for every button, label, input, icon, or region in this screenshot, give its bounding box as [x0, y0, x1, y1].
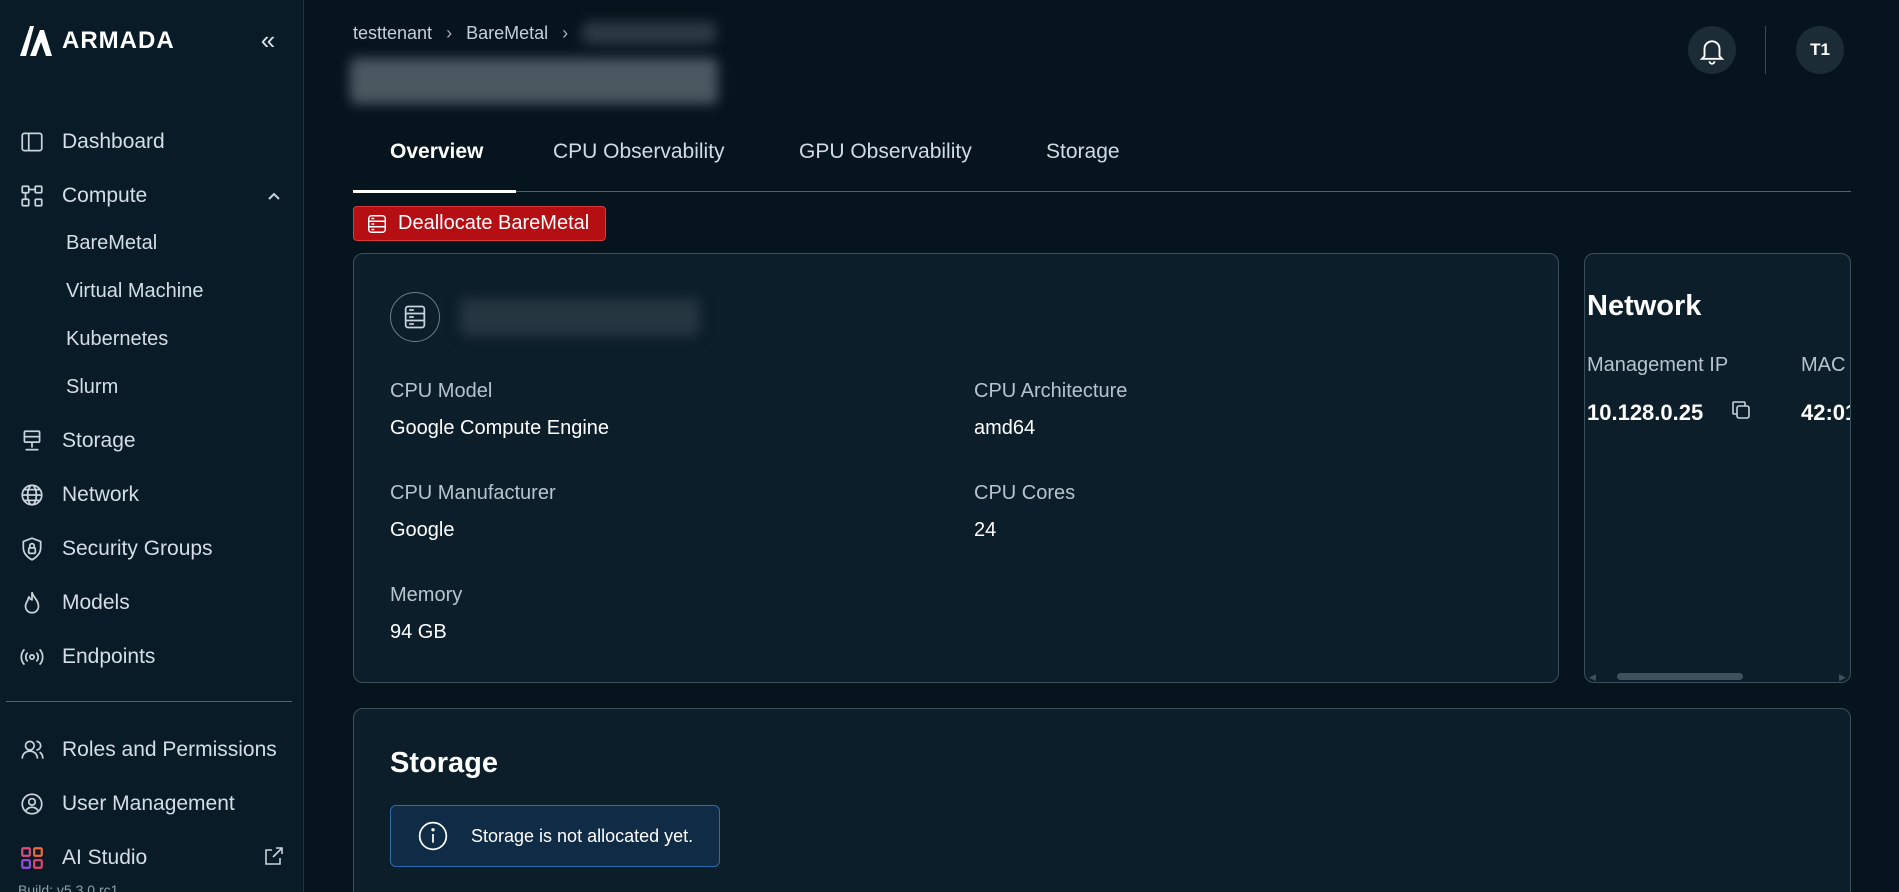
sidebar-item-label: Network [62, 483, 140, 506]
grid-icon [18, 844, 46, 872]
sidebar-subitem-kubernetes[interactable]: Kubernetes [66, 328, 168, 351]
memory-value: 94 GB [390, 621, 447, 643]
cpu-architecture-label: CPU Architecture [974, 380, 1128, 402]
sidebar-item-compute[interactable]: Compute [18, 178, 147, 214]
active-tab-indicator [353, 190, 516, 193]
sidebar-item-label: Models [62, 591, 130, 614]
copy-icon[interactable] [1729, 398, 1753, 422]
sidebar-item-label: Dashboard [62, 130, 165, 153]
network-title: Network [1587, 290, 1702, 322]
memory-label: Memory [390, 584, 463, 606]
external-link-icon[interactable] [262, 844, 286, 868]
sidebar-item-label: Compute [62, 184, 148, 207]
storage-empty-message: Storage is not allocated yet. [471, 825, 694, 846]
deallocate-label: Deallocate BareMetal [398, 212, 590, 234]
cpu-model-value: Google Compute Engine [390, 417, 610, 439]
sidebar-item-storage[interactable]: Storage [18, 423, 136, 459]
tab-cpu-observability[interactable]: CPU Observability [553, 140, 725, 164]
broadcast-icon [18, 643, 46, 671]
breadcrumb-current-redacted [582, 22, 717, 44]
management-ip-label: Management IP [1587, 354, 1729, 376]
header-divider [1765, 26, 1766, 74]
users-icon [18, 736, 46, 764]
server-avatar [390, 292, 440, 342]
dashboard-icon [18, 128, 46, 156]
cpu-cores-field: CPU Cores 24 [974, 482, 1075, 542]
cpu-manufacturer-label: CPU Manufacturer [390, 482, 556, 504]
scrollbar-thumb[interactable] [1617, 673, 1743, 680]
sidebar-item-user-management[interactable]: User Management [18, 786, 235, 822]
sidebar-item-label: Security Groups [62, 537, 213, 560]
server-rack-icon [404, 305, 426, 329]
server-name-redacted [460, 298, 700, 336]
shield-icon [18, 535, 46, 563]
build-version: Build: v5.3.0 rc1 [18, 882, 119, 892]
scroll-right-icon[interactable]: ▶ [1839, 672, 1846, 682]
sidebar-item-label: AI Studio [62, 846, 148, 869]
network-card: Network Management IP MAC 10.128.0.25 42… [1584, 253, 1851, 683]
sidebar-item-ai-studio[interactable]: AI Studio [18, 840, 147, 876]
page-title-redacted [350, 58, 718, 104]
scroll-left-icon[interactable]: ◀ [1589, 672, 1596, 682]
cpu-cores-value: 24 [974, 519, 997, 541]
cpu-cores-label: CPU Cores [974, 482, 1076, 504]
armada-logo-icon [20, 26, 52, 56]
sidebar-item-label: Endpoints [62, 645, 156, 668]
chevron-up-icon[interactable] [264, 186, 284, 206]
tab-storage[interactable]: Storage [1046, 140, 1120, 164]
mac-value: 42:01 [1801, 400, 1850, 425]
double-chevron-left-icon: « [260, 25, 276, 55]
collapse-sidebar-button[interactable]: « [254, 26, 282, 54]
app-name: ARMADA [62, 27, 175, 54]
cpu-architecture-field: CPU Architecture amd64 [974, 380, 1127, 440]
cpu-model-label: CPU Model [390, 380, 493, 402]
compute-icon [18, 182, 46, 210]
breadcrumb-tenant[interactable]: testtenant [353, 23, 432, 44]
cpu-architecture-value: amd64 [974, 417, 1036, 439]
breadcrumb: testtenant › BareMetal › [353, 22, 717, 44]
sidebar-item-dashboard[interactable]: Dashboard [18, 124, 165, 160]
sidebar-item-label: Storage [62, 429, 136, 452]
sidebar-item-label: User Management [62, 792, 235, 815]
memory-field: Memory 94 GB [390, 584, 462, 644]
info-icon [418, 821, 448, 851]
management-ip-value: 10.128.0.25 [1587, 400, 1704, 425]
breadcrumb-baremetal[interactable]: BareMetal [466, 23, 548, 44]
sidebar-subitem-baremetal[interactable]: BareMetal [66, 232, 157, 255]
storage-icon [18, 427, 46, 455]
bell-icon [1699, 40, 1725, 65]
globe-icon [18, 481, 46, 509]
sidebar-subitem-slurm[interactable]: Slurm [66, 376, 118, 399]
baremetal-details-card: CPU Model Google Compute Engine CPU Arch… [353, 253, 1559, 683]
sidebar-item-label: Roles and Permissions [62, 738, 277, 761]
server-icon [368, 214, 386, 233]
sidebar: ARMADA « Dashboard Compute BareMetal Vir… [0, 0, 304, 892]
sidebar-item-network[interactable]: Network [18, 477, 139, 513]
avatar[interactable]: T1 [1796, 26, 1844, 74]
sidebar-item-endpoints[interactable]: Endpoints [18, 639, 155, 675]
chevron-right-icon: › [446, 22, 453, 43]
storage-card: Storage Storage is not allocated yet. [353, 708, 1851, 892]
notifications-button[interactable] [1688, 26, 1736, 74]
sidebar-divider [6, 701, 292, 702]
tab-bar: Overview CPU Observability GPU Observabi… [353, 130, 1851, 193]
sidebar-subitem-virtual-machine[interactable]: Virtual Machine [66, 280, 203, 303]
tab-gpu-observability[interactable]: GPU Observability [799, 140, 972, 164]
armada-logo[interactable]: ARMADA [18, 24, 175, 58]
tab-overview[interactable]: Overview [390, 140, 483, 164]
sidebar-item-security-groups[interactable]: Security Groups [18, 531, 213, 567]
sidebar-item-models[interactable]: Models [18, 585, 130, 621]
horizontal-scrollbar[interactable]: ◀ ▶ [1585, 670, 1850, 682]
cpu-manufacturer-value: Google [390, 519, 455, 541]
cpu-manufacturer-field: CPU Manufacturer Google [390, 482, 556, 542]
flame-icon [18, 589, 46, 617]
user-gear-icon [18, 790, 46, 818]
chevron-right-icon: › [562, 22, 569, 43]
storage-title: Storage [390, 747, 498, 779]
cpu-model-field: CPU Model Google Compute Engine [390, 380, 609, 440]
deallocate-baremetal-button[interactable]: Deallocate BareMetal [353, 206, 606, 241]
sidebar-item-roles-and-permissions[interactable]: Roles and Permissions [18, 732, 277, 768]
mac-label: MAC [1801, 354, 1846, 376]
storage-info-alert: Storage is not allocated yet. [390, 805, 720, 867]
